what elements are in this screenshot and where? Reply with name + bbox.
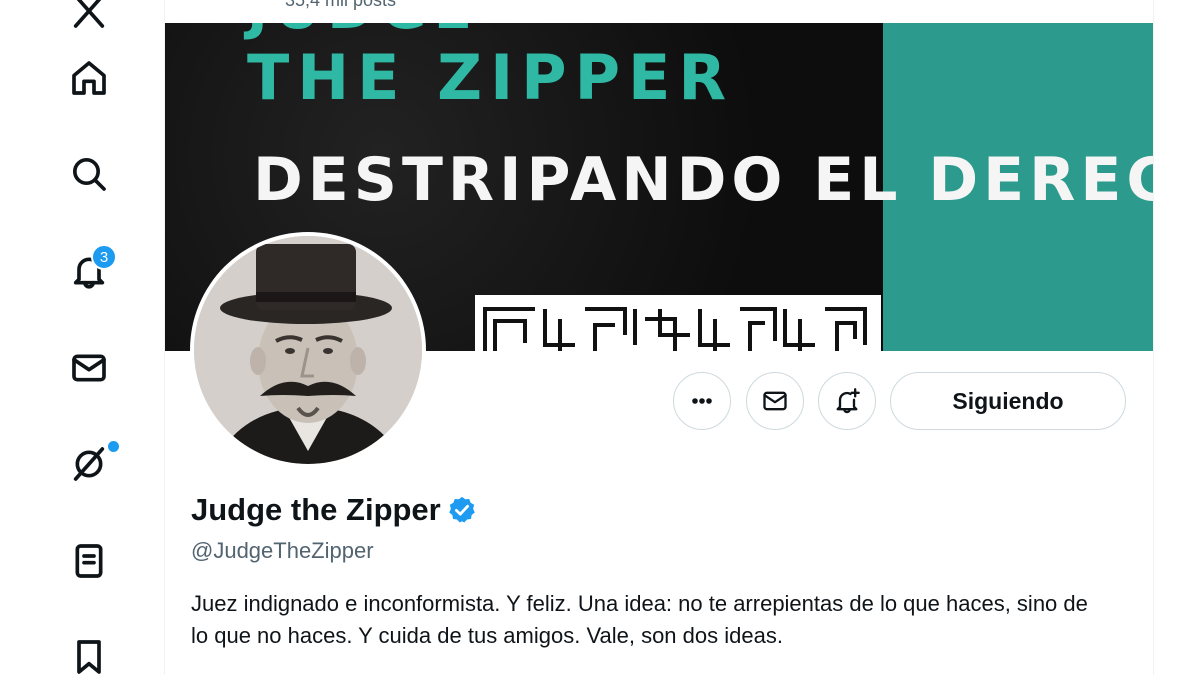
bell-plus-icon: [836, 388, 860, 414]
search-icon: [73, 158, 106, 191]
nav-home[interactable]: [58, 47, 120, 109]
more-options-button[interactable]: [673, 372, 731, 430]
notification-badge: 3: [91, 244, 117, 270]
post-count: 35,4 mil posts: [285, 0, 397, 10]
mail-icon: [763, 391, 787, 411]
nav-lists[interactable]: [58, 530, 120, 592]
bookmark-icon: [77, 640, 101, 674]
banner-subtitle: DESTRIPANDO EL DERECHO: [253, 145, 1153, 215]
profile-avatar[interactable]: [190, 232, 426, 468]
left-nav: 3: [0, 0, 165, 675]
banner-cut-text: JUDGE: [247, 23, 479, 42]
maze-graphic: [475, 295, 881, 351]
nav-explore[interactable]: [58, 143, 120, 205]
nav-bookmarks[interactable]: [58, 626, 120, 688]
profile-name-row: Judge the Zipper: [191, 492, 477, 528]
x-logo-icon-graphic: [73, 0, 105, 28]
message-button[interactable]: [746, 372, 804, 430]
profile-handle: @JudgeTheZipper: [191, 538, 374, 563]
list-icon: [75, 544, 103, 578]
profile-bio: Juez indignado e inconformista. Y feliz.…: [191, 591, 1088, 648]
home-icon: [72, 61, 106, 95]
banner-title: THE ZIPPER: [247, 41, 735, 114]
new-indicator-dot: [106, 439, 121, 454]
more-icon: [692, 398, 712, 404]
profile-name: Judge the Zipper: [191, 492, 441, 527]
nav-notifications[interactable]: 3: [58, 240, 120, 302]
notify-button[interactable]: [818, 372, 876, 430]
mail-icon: [72, 354, 106, 382]
verified-badge-icon[interactable]: [447, 495, 477, 525]
grok-icon: [73, 447, 105, 481]
nav-grok[interactable]: [58, 433, 121, 495]
avatar-portrait: [194, 236, 422, 464]
column-divider: [1153, 0, 1154, 675]
x-logo-icon[interactable]: [58, 0, 120, 42]
following-button[interactable]: Siguiendo: [890, 372, 1126, 430]
nav-messages[interactable]: [58, 337, 120, 399]
